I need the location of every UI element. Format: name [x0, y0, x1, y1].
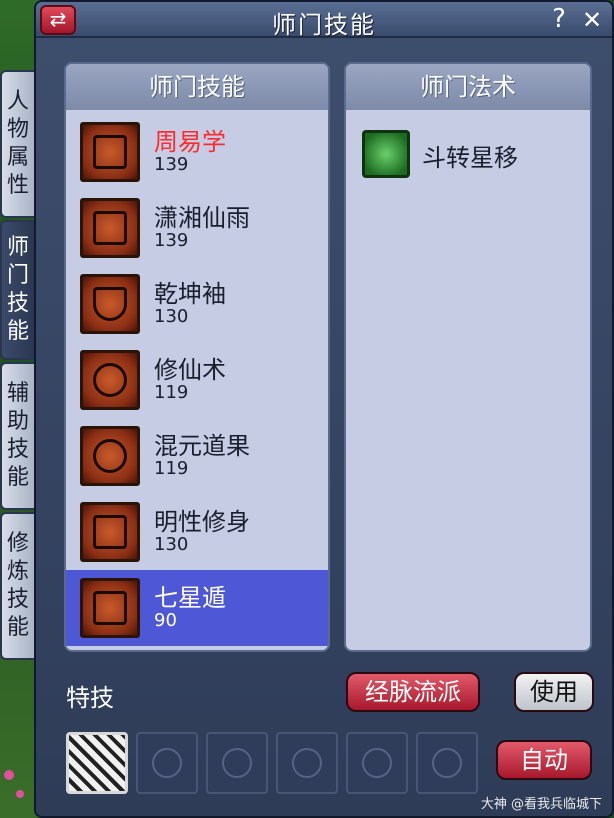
- skill-level: 139: [154, 230, 189, 251]
- dragon-icon: [80, 502, 140, 562]
- tab-char: 人: [6, 89, 29, 114]
- watermark: 大神 @看我兵临城下: [480, 797, 602, 812]
- skill-name: 修仙术: [154, 356, 226, 384]
- knot-icon: [222, 748, 252, 778]
- special-skill-slot[interactable]: [346, 732, 408, 794]
- special-skill-label: 特技: [66, 684, 114, 712]
- skill-row-selected[interactable]: 七星遁 90: [66, 570, 328, 646]
- tab-char: 技: [6, 437, 29, 462]
- tab-char: 能: [6, 319, 29, 344]
- tab-char: 能: [6, 465, 29, 490]
- panel-header: 师门技能: [66, 64, 328, 110]
- skill-level: 130: [154, 534, 189, 555]
- window-title: 师门技能: [272, 11, 376, 39]
- special-skill-slot[interactable]: [416, 732, 478, 794]
- icon-glyph: [93, 211, 127, 245]
- skill-name: 混元道果: [154, 432, 250, 460]
- special-skill-slot-filled[interactable]: [66, 732, 128, 794]
- icon-glyph: [93, 439, 127, 473]
- spell-name[interactable]: 斗转星移: [422, 138, 518, 173]
- panel-header: 师门法术: [346, 64, 590, 110]
- skill-level: 119: [154, 458, 189, 479]
- star-swap-icon[interactable]: [362, 130, 410, 178]
- tab-char: 炼: [6, 559, 29, 584]
- skill-row[interactable]: 乾坤袖 130: [66, 266, 328, 342]
- tab-char: 能: [6, 615, 29, 640]
- tab-sect-skills[interactable]: 师 门 技 能: [0, 220, 36, 360]
- use-button[interactable]: 使用: [514, 672, 594, 712]
- tab-character-attributes[interactable]: 人 物 属 性: [0, 70, 36, 218]
- skill-name: 七星遁: [154, 584, 226, 612]
- skill-level: 119: [154, 382, 189, 403]
- icon-glyph: [93, 591, 127, 625]
- sect-spells-panel: 师门法术 斗转星移: [344, 62, 592, 652]
- special-skill-slot[interactable]: [276, 732, 338, 794]
- skill-level: 90: [154, 610, 177, 631]
- orbs-icon: [80, 426, 140, 486]
- skills-window: ⇄ 师门技能 ? ✕ 师门技能 周易学 139 潇湘仙雨 139 乾坤袖 130…: [34, 0, 614, 818]
- title-bar: ⇄ 师门技能 ? ✕: [36, 2, 612, 39]
- skill-row[interactable]: 混元道果 119: [66, 418, 328, 494]
- tab-char: 门: [6, 263, 29, 288]
- yin-yang-icon: [80, 122, 140, 182]
- skill-row[interactable]: 周易学 139: [66, 114, 328, 190]
- knot-icon: [292, 748, 322, 778]
- tab-char: 性: [6, 173, 29, 198]
- tab-char: 辅: [6, 381, 29, 406]
- close-icon[interactable]: ✕: [578, 5, 606, 35]
- sect-skills-panel: 师门技能 周易学 139 潇湘仙雨 139 乾坤袖 130 修仙术 119 混元…: [64, 62, 330, 652]
- tab-char: 物: [6, 117, 29, 142]
- special-skill-slot[interactable]: [136, 732, 198, 794]
- tab-char: 技: [6, 587, 29, 612]
- shield-yin-yang-icon: [80, 274, 140, 334]
- icon-glyph: [93, 363, 127, 397]
- tab-char: 属: [6, 145, 29, 170]
- icon-glyph: [93, 287, 127, 321]
- constellation-icon: [80, 578, 140, 638]
- meridian-school-button[interactable]: 经脉流派: [346, 672, 480, 712]
- special-skill-slot[interactable]: [206, 732, 268, 794]
- icon-glyph: [93, 135, 127, 169]
- skill-level: 139: [154, 154, 189, 175]
- skill-row[interactable]: 潇湘仙雨 139: [66, 190, 328, 266]
- knot-icon: [152, 748, 182, 778]
- skill-name: 明性修身: [154, 508, 250, 536]
- figure-icon: [80, 350, 140, 410]
- skill-name: 乾坤袖: [154, 280, 226, 308]
- skill-level: 130: [154, 306, 189, 327]
- tab-auxiliary-skills[interactable]: 辅 助 技 能: [0, 362, 36, 510]
- skill-name: 潇湘仙雨: [154, 204, 250, 232]
- knot-icon: [362, 748, 392, 778]
- help-icon[interactable]: ?: [546, 4, 572, 34]
- tab-char: 修: [6, 531, 29, 556]
- icon-glyph: [93, 515, 127, 549]
- skill-row[interactable]: 修仙术 119: [66, 342, 328, 418]
- tab-char: 师: [6, 235, 29, 260]
- tab-char: 助: [6, 409, 29, 434]
- skill-name: 周易学: [154, 128, 226, 156]
- skill-row[interactable]: 明性修身 130: [66, 494, 328, 570]
- rune-icon: [80, 198, 140, 258]
- tab-cultivation-skills[interactable]: 修 炼 技 能: [0, 512, 36, 660]
- tab-char: 技: [6, 291, 29, 316]
- auto-button[interactable]: 自动: [496, 740, 592, 780]
- knot-icon: [432, 748, 462, 778]
